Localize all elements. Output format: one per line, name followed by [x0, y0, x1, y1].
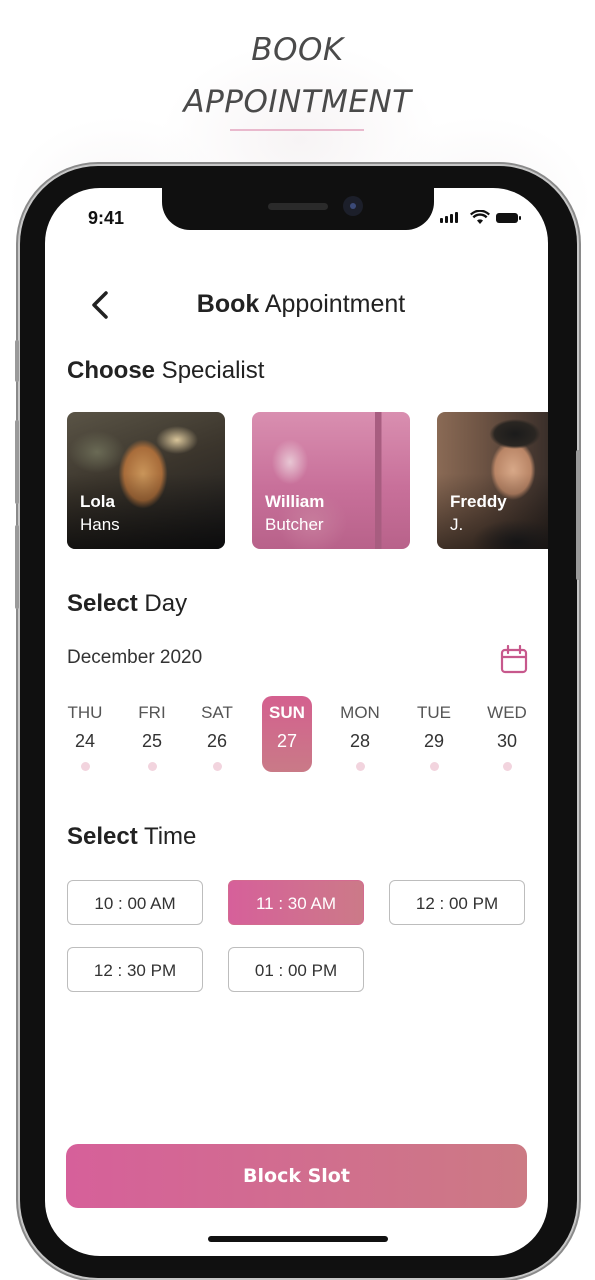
- section-title-rest: Specialist: [155, 357, 265, 384]
- section-title-rest: Time: [137, 823, 197, 850]
- availability-dot: [355, 762, 365, 771]
- speaker: [268, 203, 328, 210]
- availability-dot: [80, 762, 90, 771]
- availability-dot: [147, 762, 157, 771]
- day-name: WED: [487, 703, 527, 722]
- day-name: SAT: [201, 703, 233, 722]
- volume-up-button: [15, 420, 19, 504]
- specialist-card-freddy[interactable]: Freddy J.: [437, 412, 548, 549]
- page-title-bold: Book: [196, 290, 260, 318]
- section-title-day: Select Day: [67, 590, 187, 618]
- day-date: 30: [496, 731, 518, 751]
- specialist-first-name: Freddy: [450, 492, 507, 511]
- specialist-first-name: Lola: [80, 492, 115, 511]
- page-title: Book Appointment: [120, 290, 482, 319]
- specialist-card-lola[interactable]: Lola Hans: [67, 412, 225, 549]
- day-date: 24: [74, 731, 96, 751]
- section-title-bold: Select: [67, 590, 138, 617]
- day-thu[interactable]: THU 24: [60, 700, 110, 771]
- section-title-rest: Day: [137, 590, 188, 617]
- section-title-bold: Choose: [67, 357, 156, 384]
- block-slot-button[interactable]: Block Slot: [66, 1144, 527, 1208]
- day-mon[interactable]: MON 28: [335, 700, 385, 771]
- status-time: 9:41: [88, 208, 125, 228]
- time-slot[interactable]: 12 : 00 PM: [389, 880, 525, 925]
- day-name: SUN: [269, 703, 305, 722]
- day-name: THU: [67, 703, 103, 722]
- availability-dot: [502, 762, 512, 771]
- home-indicator: [208, 1236, 388, 1242]
- section-title-bold: Select: [67, 823, 138, 850]
- day-fri[interactable]: FRI 25: [127, 700, 177, 771]
- volume-down-button: [15, 525, 19, 609]
- specialist-last-name: J.: [450, 515, 464, 534]
- day-tue[interactable]: TUE 29: [409, 700, 459, 771]
- day-name: TUE: [417, 703, 451, 722]
- day-name: FRI: [138, 703, 166, 722]
- power-button: [576, 450, 580, 580]
- signal-icon: [440, 212, 458, 223]
- day-date: 29: [423, 731, 445, 751]
- specialist-last-name: Hans: [80, 515, 120, 534]
- day-date: 27: [276, 731, 298, 751]
- heading-underline: [230, 129, 364, 131]
- wifi-icon: [470, 210, 490, 224]
- promo-heading-line2: APPOINTMENT: [183, 84, 412, 120]
- day-sat[interactable]: SAT 26: [192, 700, 242, 771]
- page-title-rest: Appointment: [259, 290, 406, 318]
- mute-switch: [15, 340, 19, 382]
- specialist-last-name: Butcher: [265, 515, 324, 534]
- day-name: MON: [340, 703, 380, 722]
- promo-heading-line1: BOOK: [251, 32, 344, 68]
- section-title-specialist: Choose Specialist: [67, 357, 264, 385]
- day-date: 26: [206, 731, 228, 751]
- time-slot-selected[interactable]: 11 : 30 AM: [228, 880, 364, 925]
- availability-dot: [429, 762, 439, 771]
- day-date: 28: [349, 731, 371, 751]
- back-arrow-icon[interactable]: [86, 288, 116, 322]
- availability-dot: [212, 762, 222, 771]
- battery-icon: [496, 213, 521, 223]
- day-sun-selected[interactable]: SUN 27: [262, 696, 312, 772]
- specialist-first-name: William: [265, 492, 325, 511]
- day-wed[interactable]: WED 30: [482, 700, 532, 771]
- calendar-icon[interactable]: [500, 645, 528, 675]
- time-slot[interactable]: 12 : 30 PM: [67, 947, 203, 992]
- day-date: 25: [141, 731, 163, 751]
- front-camera: [343, 196, 363, 216]
- time-slot[interactable]: 01 : 00 PM: [228, 947, 364, 992]
- specialist-card-william[interactable]: William Butcher: [252, 412, 410, 549]
- month-label: December 2020: [67, 647, 203, 668]
- time-slot[interactable]: 10 : 00 AM: [67, 880, 203, 925]
- section-title-time: Select Time: [67, 823, 196, 851]
